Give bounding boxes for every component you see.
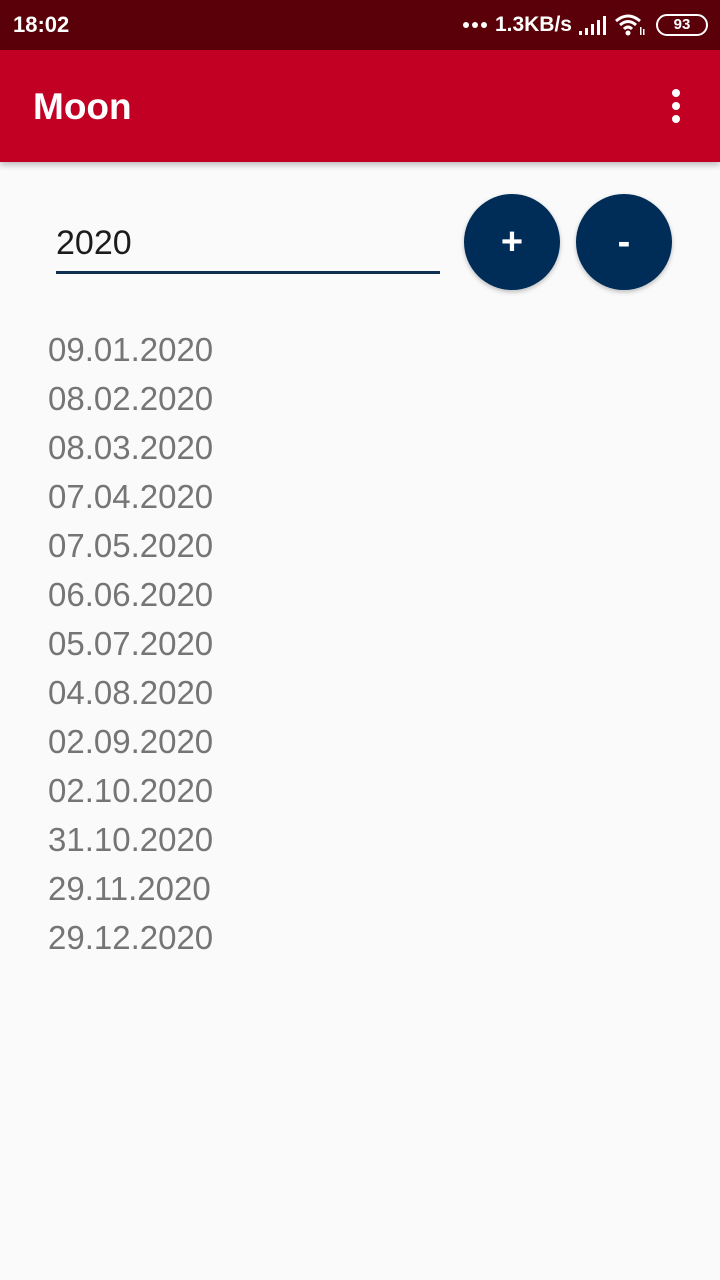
status-icons: 1.3KB/s 93 (462, 10, 708, 40)
list-item: 08.03.2020 (48, 429, 214, 466)
list-item: 07.04.2020 (48, 478, 214, 515)
signal-icon (579, 16, 606, 35)
decrement-year-button[interactable]: - (576, 194, 672, 290)
list-item: 04.08.2020 (48, 674, 214, 711)
year-input-container (56, 222, 440, 278)
list-item: 29.11.2020 (48, 870, 211, 907)
list-item: 05.07.2020 (48, 625, 214, 662)
status-bar: 18:02 1.3KB/s 93 (0, 0, 720, 50)
list-item: 09.01.2020 (48, 331, 214, 368)
battery-icon: 93 (656, 14, 708, 36)
list-item: 02.09.2020 (48, 723, 214, 760)
status-time: 18:02 (13, 12, 70, 37)
network-speed: 1.3KB/s (494, 13, 572, 36)
list-item: 02.10.2020 (48, 772, 214, 809)
wifi-icon (615, 14, 645, 36)
overflow-menu-icon[interactable] (656, 86, 696, 126)
list-item: 31.10.2020 (48, 821, 214, 858)
app-bar: Moon (0, 50, 720, 162)
year-input[interactable] (56, 222, 440, 274)
list-item: 08.02.2020 (48, 380, 214, 417)
list-item: 29.12.2020 (48, 919, 214, 956)
list-item: 07.05.2020 (48, 527, 214, 564)
list-item: 06.06.2020 (48, 576, 214, 613)
battery-level: 93 (673, 16, 691, 33)
increment-year-button[interactable]: + (464, 194, 560, 290)
full-moon-date-list: 09.01.2020 08.02.2020 08.03.2020 07.04.2… (48, 325, 213, 962)
more-notifications-icon (462, 22, 487, 28)
app-title: Moon (33, 86, 132, 127)
